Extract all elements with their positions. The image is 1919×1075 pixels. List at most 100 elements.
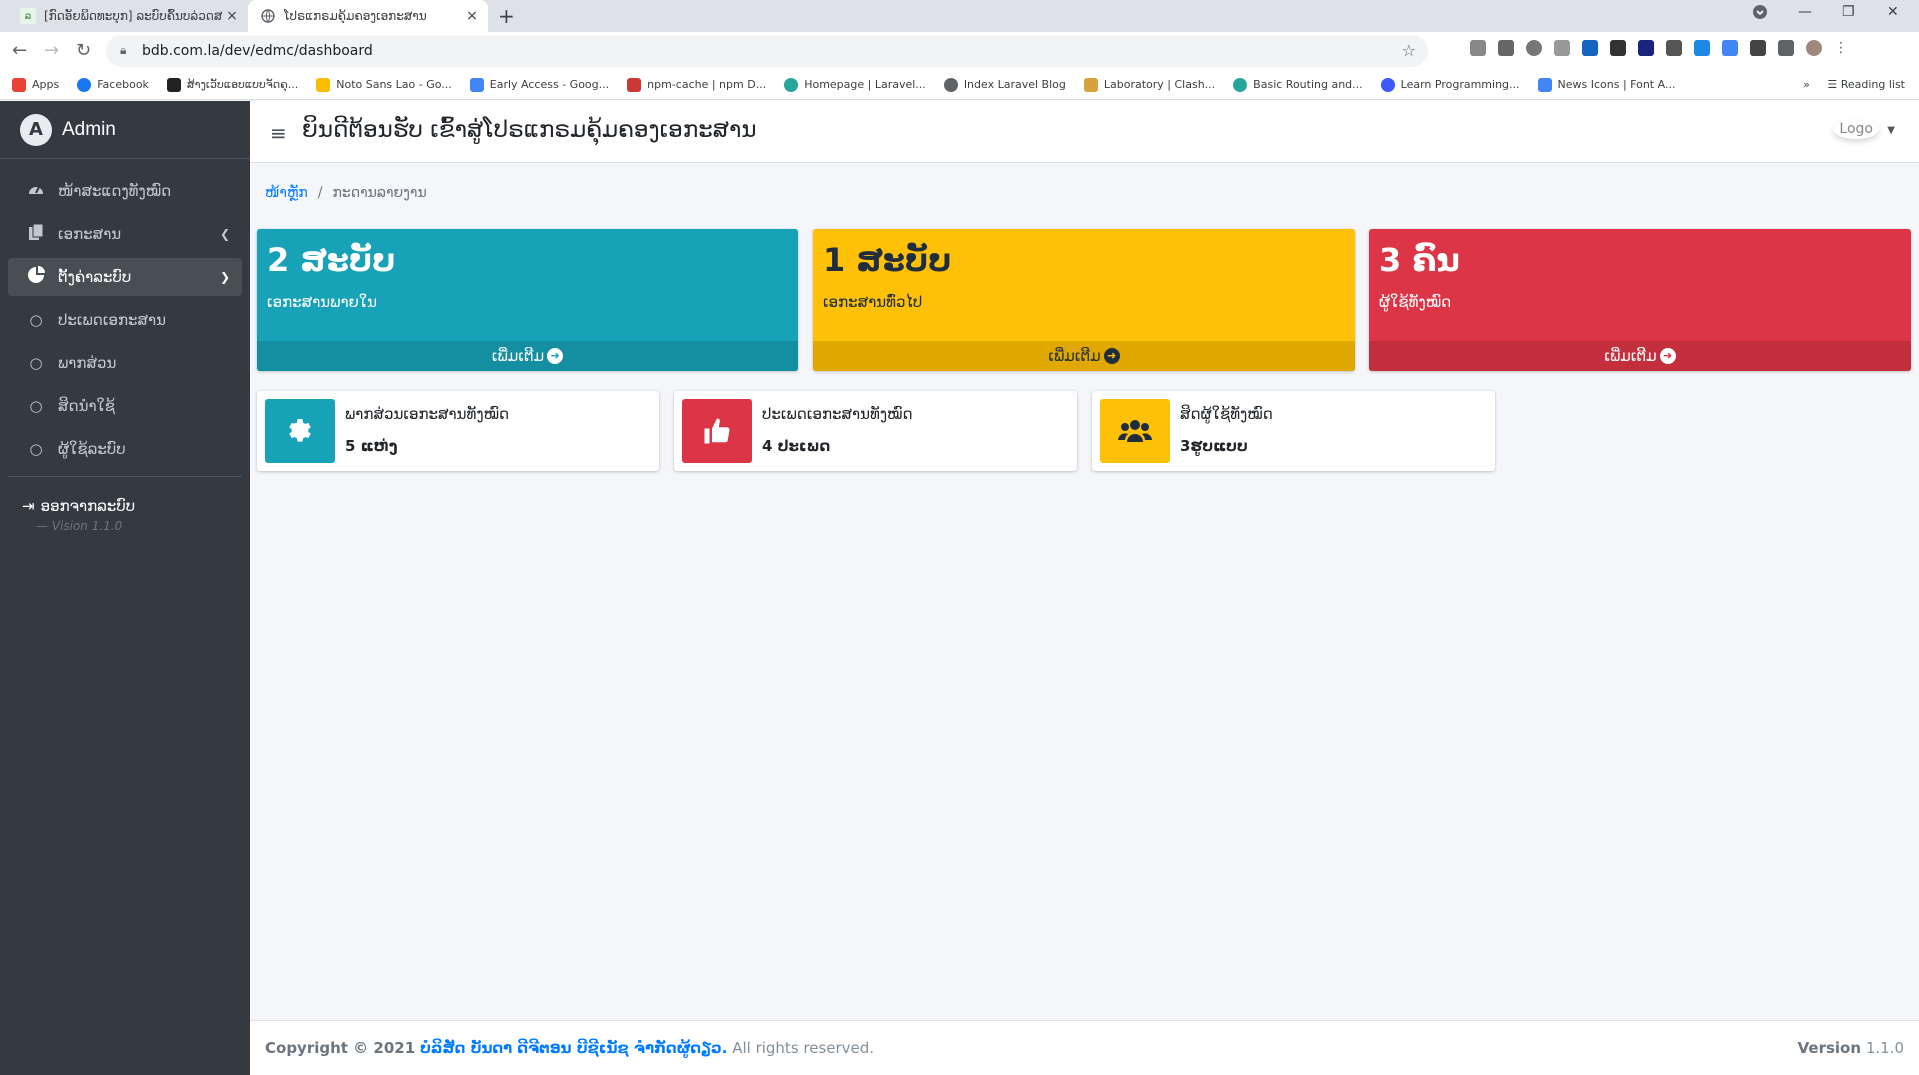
arrow-circle-right-icon: ➜ <box>547 348 564 364</box>
close-window-icon[interactable]: ✕ <box>1887 4 1899 20</box>
stat-value: 3 ຄົນ <box>1379 241 1460 279</box>
sidebar-subitem-departments[interactable]: ○ ພາກສ່ວນ <box>8 344 242 382</box>
info-box-text: ສິດຜູ້ໃຊ້ທັງໝົດ <box>1180 405 1273 423</box>
extension-font-icon[interactable] <box>1666 40 1682 56</box>
bookmark-item[interactable]: Basic Routing and... <box>1233 77 1363 92</box>
lock-icon[interactable]: 🔒︎ <box>120 43 126 58</box>
reload-icon[interactable]: ↻ <box>76 40 91 61</box>
extension-code-icon[interactable] <box>1554 40 1570 56</box>
sidebar-item-documents[interactable]: ເອກະສານ ❮ <box>8 215 242 253</box>
restore-icon[interactable]: ❐ <box>1842 4 1855 20</box>
bookmark-apps[interactable]: Apps <box>12 77 59 92</box>
bookmark-facebook[interactable]: Facebook <box>77 77 149 92</box>
browser-tab[interactable]: ລ [ກົດອັຍພິດທະບຸກ] ລະບົບຄົ້ນບລ່ວດສາລ × <box>8 0 248 32</box>
bookmark-item[interactable]: npm-cache | npm D... <box>627 77 766 92</box>
bookmarks-bar: Apps Facebook ສ້າງເວັບແອບແບບຈັດຄຸ... Not… <box>0 70 1919 100</box>
info-box-text: ປະເພດເອກະສານທັງໝົດ <box>762 405 913 423</box>
laravel-icon <box>784 77 799 92</box>
info-box-number: 5 ແຫ່ງ <box>345 437 398 455</box>
sidebar-item-settings[interactable]: ຕັ້ງຄ່າລະບົບ ❯ <box>8 258 242 296</box>
sidebar-subitem-document-types[interactable]: ○ ປະເພດເອກະສານ <box>8 301 242 339</box>
bookmark-item[interactable]: Homepage | Laravel... <box>784 77 926 92</box>
sidebar-item-label: ປະເພດເອກະສານ <box>58 311 166 329</box>
user-logo-image[interactable]: Logo <box>1833 119 1879 139</box>
site-favicon-icon: ລ <box>20 8 36 24</box>
brand-link[interactable]: A Admin <box>0 101 250 159</box>
npm-icon <box>627 77 642 92</box>
bookmark-item[interactable]: Learn Programming... <box>1380 77 1520 92</box>
address-bar[interactable]: 🔒︎ bdb.com.la/dev/edmc/dashboard ☆ <box>106 35 1428 67</box>
url-text: bdb.com.la/dev/edmc/dashboard <box>142 43 373 59</box>
arrow-circle-right-icon: ➜ <box>1659 348 1676 364</box>
menu-kebab-icon[interactable]: ⋮ <box>1834 40 1850 56</box>
sidebar-item-label: ພາກສ່ວນ <box>58 354 117 372</box>
info-box-text: ພາກສ່ວນເອກະສານທັງໝົດ <box>345 405 510 423</box>
profile-avatar[interactable] <box>1806 40 1822 56</box>
extension-pip-icon[interactable] <box>1750 40 1766 56</box>
browser-tab-bar: ລ [ກົດອັຍພິດທະບຸກ] ລະບົບຄົ້ນບລ່ວດສາລ × ໂ… <box>0 0 1919 32</box>
bookmark-star-icon[interactable]: ☆ <box>1402 41 1416 60</box>
laravel-icon <box>1233 77 1248 92</box>
facebook-icon <box>77 77 92 92</box>
new-tab-button[interactable]: + <box>498 4 515 28</box>
gear-icon <box>265 399 335 463</box>
footer-version: Version 1.1.0 <box>1797 1039 1904 1057</box>
sidebar-nav: ໜ້າສະແດງທັງໝົດ ເອກະສານ ❮ ຕັ້ງຄ່າລະບົບ ❯ … <box>0 159 250 533</box>
forward-icon[interactable]: → <box>44 40 59 61</box>
stat-box-all-users: 3 ຄົນ ຜູ້ໃຊ້ທັງໝົດ ເພີ່ມເຕີມ ➜ <box>1369 229 1911 371</box>
sidebar-divider <box>8 476 242 477</box>
hamburger-menu-icon[interactable]: ≡ <box>270 121 287 145</box>
extension-eyedropper-icon[interactable] <box>1498 40 1514 56</box>
page-footer: Copyright © 2021 ບໍລິສັດ ບັນດາ ດີຈີຕອນ ບ… <box>250 1020 1919 1075</box>
profile-dropdown-icon[interactable] <box>1752 4 1768 24</box>
bookmark-item[interactable]: ສ້າງເວັບແອບແບບຈັດຄຸ... <box>166 77 298 92</box>
clash-icon <box>1083 77 1098 92</box>
globe-icon <box>260 8 276 24</box>
footer-copyright: Copyright © 2021 ບໍລິສັດ ບັນດາ ດີຈີຕອນ ບ… <box>265 1039 875 1057</box>
extension-translate-icon[interactable] <box>1694 40 1710 56</box>
top-navbar: ≡ ຍິນດີຕ້ອນຮັບ ເຂົ້າສູ່ໂປຣແກຣມຄຸ້ມຄອງເອກ… <box>250 101 1919 163</box>
extension-grad-icon[interactable] <box>1638 40 1654 56</box>
extension-check-icon[interactable] <box>1526 40 1542 56</box>
flag-icon <box>1537 77 1552 92</box>
extensions-puzzle-icon[interactable] <box>1778 40 1794 56</box>
bookmark-item[interactable]: Index Laravel Blog <box>943 77 1066 92</box>
breadcrumb-home-link[interactable]: ໜ້າຫຼັກ <box>265 185 308 201</box>
sidebar-item-dashboard[interactable]: ໜ້າສະແດງທັງໝົດ <box>8 172 242 210</box>
extension-ux-icon[interactable] <box>1610 40 1626 56</box>
apps-grid-icon <box>12 77 26 92</box>
more-info-link[interactable]: ເພີ່ມເຕີມ ➜ <box>813 341 1355 371</box>
more-info-link[interactable]: ເພີ່ມເຕີມ ➜ <box>1369 341 1911 371</box>
sidebar-subitem-users[interactable]: ○ ຜູ້ໃຊ້ລະບົບ <box>8 430 242 468</box>
circle-icon: ○ <box>29 311 43 329</box>
bookmark-item[interactable]: Early Access - Goog... <box>469 77 609 92</box>
reading-list-button[interactable]: » ☰ Reading list <box>1803 78 1905 91</box>
extension-google-translate-icon[interactable] <box>1722 40 1738 56</box>
tab-title: [ກົດອັຍພິດທະບຸກ] ລະບົບຄົ້ນບລ່ວດສາລ <box>44 9 222 23</box>
sidebar: A Admin ໜ້າສະແດງທັງໝົດ ເອກະສານ ❮ ຕັ້ງຄ່າ… <box>0 101 250 1075</box>
minimize-icon[interactable]: — <box>1798 4 1812 20</box>
chevron-down-icon: ❯ <box>219 270 230 284</box>
extension-recycle-icon[interactable] <box>1470 40 1486 56</box>
back-icon[interactable]: ← <box>12 40 27 61</box>
extension-book-icon[interactable] <box>1582 40 1598 56</box>
bookmark-item[interactable]: News Icons | Font A... <box>1537 77 1675 92</box>
browser-tab-active[interactable]: ໂປຣແກຣມຄຸ້ມຄອງເອກະສານ × <box>248 0 488 32</box>
tab-close-icon[interactable]: × <box>462 8 482 24</box>
thumbs-up-icon <box>682 399 752 463</box>
brand-name: Admin <box>62 118 116 140</box>
tab-close-icon[interactable]: × <box>222 8 242 24</box>
bookmark-item[interactable]: Laboratory | Clash... <box>1083 77 1215 92</box>
logout-link[interactable]: ⇥ ອອກຈາກລະບົບ <box>0 485 250 515</box>
users-icon <box>1100 399 1170 463</box>
sidebar-item-label: ເອກະສານ <box>58 225 122 243</box>
info-box-number: 3ຮູບແບບ <box>1180 437 1248 455</box>
sidebar-subitem-permissions[interactable]: ○ ສິດນຳໃຊ້ <box>8 387 242 425</box>
caret-down-icon[interactable]: ▼ <box>1887 125 1895 136</box>
more-info-link[interactable]: ເພີ່ມເຕີມ ➜ <box>257 341 798 371</box>
bookmark-item[interactable]: Noto Sans Lao - Go... <box>316 77 452 92</box>
stat-value: 1 ສະບັບ <box>823 241 952 279</box>
sidebar-item-label: ໜ້າສະແດງທັງໝົດ <box>58 182 172 200</box>
company-link[interactable]: ບໍລິສັດ ບັນດາ ດີຈີຕອນ ບີຊີເນັຊ ຈຳກັດຜູ້ດ… <box>420 1039 728 1057</box>
brand-logo-icon: A <box>20 113 52 146</box>
